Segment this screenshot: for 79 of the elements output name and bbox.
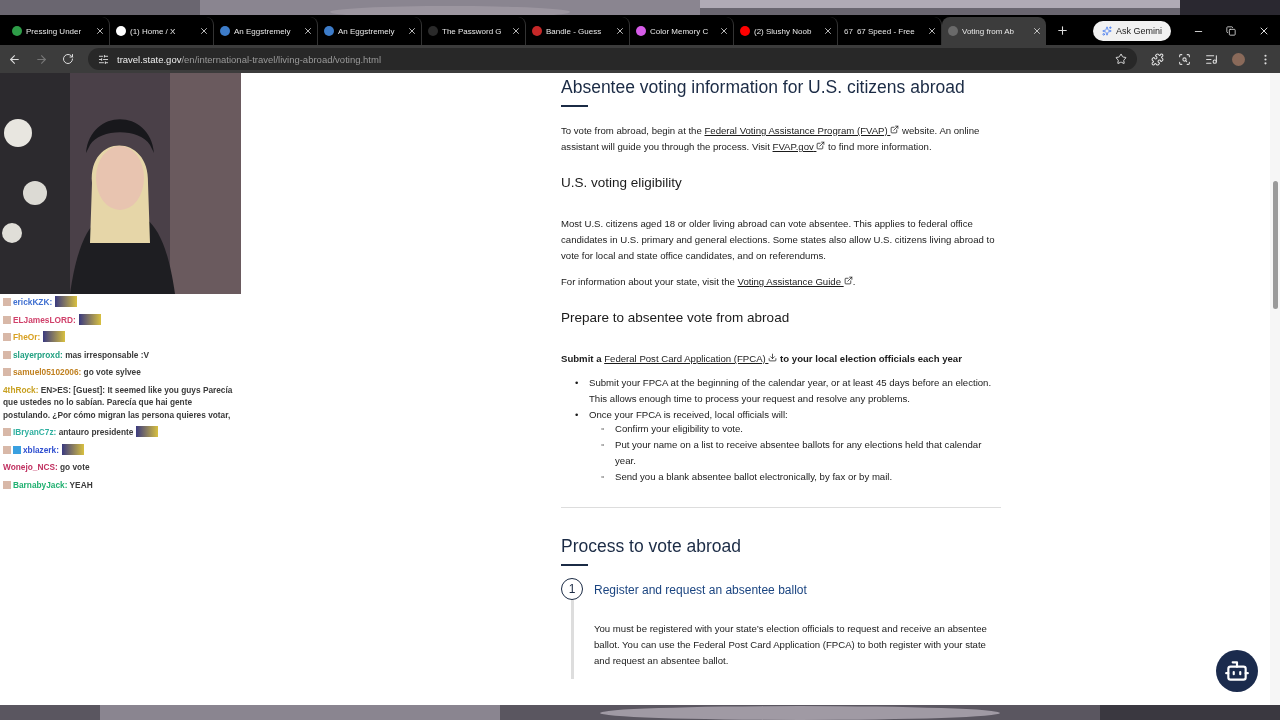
close-icon[interactable] [615, 26, 625, 36]
address-field[interactable]: travel.state.gov/en/international-travel/living-abroad/voting.html [88, 48, 1137, 70]
page-title: Absentee voting information for U.S. citizens abroad [561, 77, 966, 98]
external-link-icon [843, 276, 853, 285]
close-icon[interactable] [303, 26, 313, 36]
bullet: ◦ [601, 438, 606, 452]
sparkle-icon [1102, 26, 1112, 36]
tab-title: Voting from Ab [962, 26, 1016, 36]
link[interactable]: Federal Post Card Application (FPCA) [604, 353, 778, 364]
close-icon[interactable] [407, 26, 417, 36]
tab-title: (2) Slushy Noob [754, 26, 813, 36]
paragraph: For information about your state, visit the Voting Assistance Guide . [561, 275, 857, 289]
close-icon[interactable] [511, 26, 521, 36]
page-title: Process to vote abroad [561, 536, 742, 557]
bullet: • [575, 408, 580, 422]
chatbot-button[interactable] [1216, 650, 1258, 692]
section-heading: Prepare to absentee vote from abroad [561, 310, 791, 325]
tab-title: Bandle - Guess [546, 26, 603, 36]
tab-title: An Eggstremely [338, 26, 396, 36]
paragraph: You must be registered with your state’s election officials to request and receive an absentee ballot. You can use the Federal Post Card Application (FPCA) to both register with your state and request an absentee ballot. [594, 622, 988, 668]
external-link-icon [816, 141, 826, 150]
chat-message: 4thRock: EN>ES: [Guest]: It seemed like you guys Parecía que ustedes no lo sabían. Parecía que hai gente postulando. ¿Por cómo migran las persona quieres votar, [3, 383, 234, 421]
scrollbar-thumb[interactable] [1273, 181, 1278, 309]
paragraph: Most U.S. citizens aged 18 or older living abroad can vote absentee. This applies to federal office candidates in U.S. primary and general elections. Some states also allow U.S. citizens living abroad to vote for local and state office candidates, and on referendums. [561, 217, 996, 263]
close-icon[interactable] [719, 26, 729, 36]
url-path: /en/international-travel/living-abroad/voting.html [181, 53, 382, 65]
tab-title: The Password G [442, 26, 503, 36]
forward-icon[interactable] [35, 52, 48, 66]
extensions-icon[interactable] [1151, 52, 1164, 66]
tab-title: (1) Home / X [130, 26, 177, 36]
back-icon[interactable] [8, 52, 21, 66]
list-item: Submit your FPCA at the beginning of the calendar year, or at least 45 days before an election. This allows enough time to process your request and resolve any problems. [589, 376, 993, 406]
screen-search-icon[interactable] [1178, 52, 1191, 66]
media-icon[interactable] [1205, 52, 1218, 66]
browser-tab[interactable]: Voting from Ab [942, 17, 1046, 45]
site-settings-icon[interactable] [98, 53, 109, 65]
tab-title: Color Memory C [650, 26, 710, 36]
external-link-icon [890, 125, 900, 134]
list-item: Once your FPCA is received, local officials will: [589, 408, 788, 422]
step-title: Register and request an absentee ballot [594, 583, 808, 597]
close-icon[interactable] [199, 26, 209, 36]
reload-icon[interactable] [62, 53, 74, 65]
tab-title: An Eggstremely [234, 26, 292, 36]
chat-message: erickKZK: [3, 296, 238, 309]
close-icon[interactable] [823, 26, 833, 36]
list-item: Confirm your eligibility to vote. [615, 422, 743, 436]
section-heading: U.S. voting eligibility [561, 175, 683, 190]
url-host: travel.state.gov [117, 53, 182, 65]
chat-message: FheOr: [3, 331, 238, 344]
chat-message: BarnabyJack: YEAH [3, 478, 238, 491]
close-icon[interactable] [95, 26, 105, 36]
list-item: Send you a blank absentee ballot electronically, by fax or by mail. [615, 470, 893, 484]
robot-icon [1224, 658, 1250, 684]
chat-message: slayerproxd: mas irresponsable :V [3, 348, 238, 361]
tab-title: 67 Speed - Free [856, 26, 916, 36]
tab-title: Pressing Under [26, 26, 83, 36]
list-item: Put your name on a list to receive absentee ballots for any elections held that calendar year. [615, 438, 983, 468]
bullet: ◦ [601, 470, 606, 484]
restore-icon[interactable] [1226, 26, 1236, 36]
link[interactable]: Federal Voting Assistance Program (FVAP) [704, 125, 900, 136]
close-icon[interactable] [927, 26, 937, 36]
ask-gemini-button[interactable]: Ask Gemini [1093, 21, 1171, 41]
favicon-text: 67 [844, 26, 853, 36]
bullet: ◦ [601, 422, 606, 436]
close-icon[interactable] [1032, 26, 1042, 36]
download-icon [768, 353, 778, 362]
bookmark-star-icon[interactable] [1115, 53, 1127, 65]
chat-message: samuel05102006: go vote sylvee [3, 366, 238, 379]
close-icon[interactable] [1258, 25, 1270, 37]
paragraph: Submit a Federal Post Card Application (FPCA) to your local election officials each year [561, 352, 963, 366]
chat-message: xblazerk: [3, 443, 238, 456]
chat-message: IBryanC7z: antauro presidente [3, 426, 238, 439]
chat-message: Wonejo_NCS: go vote [3, 461, 91, 474]
chat-message: ELJamesLORD: [3, 313, 238, 326]
link[interactable]: FVAP.gov [772, 141, 826, 152]
link[interactable]: Voting Assistance Guide [737, 276, 853, 287]
bullet: • [575, 376, 580, 390]
paragraph: To vote from abroad, begin at the Federal Voting Assistance Program (FVAP) website. An online assistant will guide you through the process. Visit FVAP.gov to find more information. [561, 124, 981, 154]
new-tab-icon[interactable] [1056, 24, 1069, 37]
